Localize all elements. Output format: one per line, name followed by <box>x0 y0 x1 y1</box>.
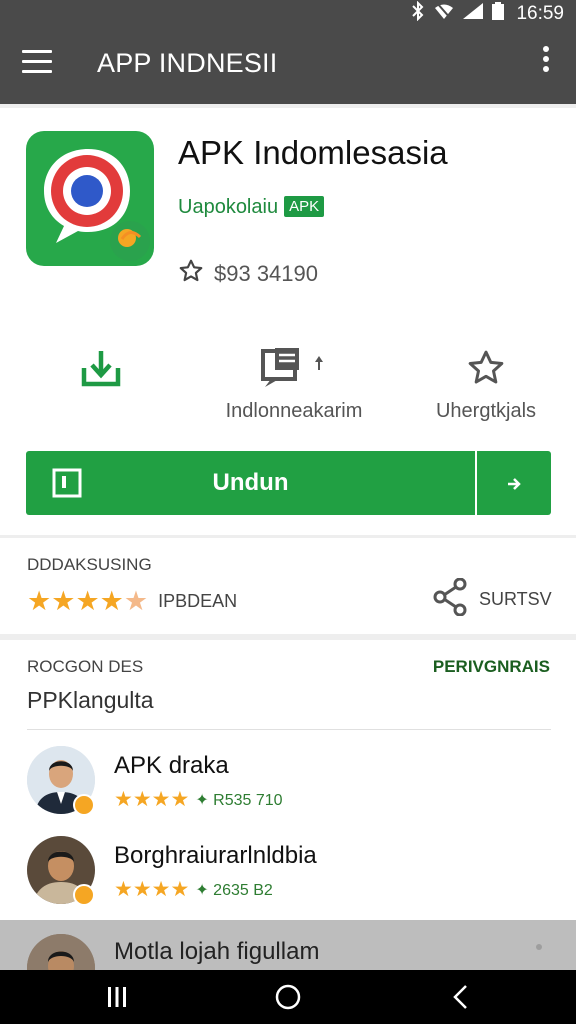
avatar <box>27 934 95 970</box>
star-icon: ★ <box>75 586 100 616</box>
rating-count: IPBDEAN <box>158 591 238 611</box>
download-action[interactable] <box>64 348 138 438</box>
star-icon: ★ <box>151 788 171 811</box>
reviewer-name: Motla lojah figullam <box>114 938 320 965</box>
review-meta-value: R535 710 <box>213 791 283 809</box>
avatar-badge <box>73 884 95 906</box>
review-item-partial[interactable]: Motla lojah figullam <box>0 920 576 970</box>
review-item[interactable]: APK draka ★ ★ ★ ★ ✦ R535 710 <box>27 746 557 826</box>
rating-stars: ★ ★ ★ ★ ★ IPBDEAN <box>27 588 237 615</box>
install-more-button[interactable] <box>477 451 551 515</box>
status-icons: 16:59 <box>410 0 564 26</box>
divider <box>27 729 551 730</box>
more-vert-icon[interactable] <box>540 46 552 82</box>
reviews-see-all-link[interactable]: PERIVGNRAIS <box>433 657 550 677</box>
signal-icon <box>462 2 484 25</box>
status-bar: 16:59 <box>0 0 576 24</box>
more-vert-icon[interactable] <box>536 944 542 950</box>
star-half-icon: ★ <box>123 586 149 616</box>
star-outline-icon <box>426 348 546 388</box>
app-bar-title: APP INDNESII <box>97 48 278 78</box>
bluetooth-icon <box>410 0 426 26</box>
back-icon[interactable] <box>421 970 501 1024</box>
reviewer-name: APK draka <box>114 752 229 779</box>
wishlist-action[interactable]: Uhergtkjals <box>426 348 546 438</box>
star-icon: ★ <box>170 878 190 901</box>
message-action[interactable]: Indlonneakarim <box>214 348 374 438</box>
star-icon: ★ <box>114 878 133 901</box>
star-icon: ★ <box>132 878 152 901</box>
reviews-card: ROCGON DES PERIVGNRAIS PPKlangulta APK d… <box>0 640 576 920</box>
app-name: APK Indomlesasia <box>178 134 448 171</box>
recents-icon[interactable] <box>77 970 157 1024</box>
reviewer-name: Borghraiurarlnldbia <box>114 842 317 869</box>
nav-bar <box>0 970 576 1024</box>
star-icon: ★ <box>99 586 124 616</box>
action-label: Uhergtkjals <box>435 400 537 422</box>
hamburger-menu-icon[interactable] <box>22 50 56 78</box>
rating-card: DDDAKSUSING ★ ★ ★ ★ ★ IPBDEAN SURTSV <box>0 538 576 634</box>
home-icon[interactable] <box>248 970 328 1024</box>
install-label: Undun <box>212 469 289 496</box>
price-row: $93 34190 <box>178 258 318 289</box>
action-label: Indlonneakarim <box>225 400 363 422</box>
share-label: SURTSV <box>479 589 552 609</box>
arrow-right-icon <box>506 470 522 495</box>
star-icon: ★ <box>27 586 52 616</box>
app-header-card: APK Indomlesasia Uapokolaiu APK $93 34190 <box>0 108 576 535</box>
developer-badge: APK <box>284 196 325 217</box>
star-icon: ★ <box>51 586 76 616</box>
share-button[interactable]: SURTSV <box>433 577 552 621</box>
rating-heading: DDDAKSUSING <box>27 555 152 574</box>
price: $93 34190 <box>214 260 318 286</box>
star-outline-icon[interactable] <box>178 258 204 289</box>
developer-name[interactable]: Uapokolaiu <box>178 196 278 218</box>
reviews-subheading: PPKlangulta <box>27 687 154 713</box>
review-meta-value: 2635 B2 <box>213 881 273 899</box>
message-icon <box>214 348 374 388</box>
review-item[interactable]: Borghraiurarlnldbia ★ ★ ★ ★ ✦ 2635 B2 <box>27 836 557 916</box>
app-logo-icon <box>26 131 154 266</box>
wifi-off-icon <box>434 2 454 25</box>
star-icon: ★ <box>151 878 171 901</box>
share-icon <box>433 577 467 621</box>
star-icon: ★ <box>170 788 190 811</box>
download-icon <box>64 348 138 388</box>
status-time: 16:59 <box>516 2 564 24</box>
install-button[interactable]: Undun <box>26 451 475 515</box>
review-meta: ✦ 2635 B2 <box>195 881 273 899</box>
battery-icon <box>492 2 505 25</box>
review-meta: ✦ R535 710 <box>195 791 283 809</box>
review-stars: ★ ★ ★ ★ ✦ 2635 B2 <box>114 879 273 900</box>
reviews-heading: ROCGON DES <box>27 657 144 676</box>
review-stars: ★ ★ ★ ★ ✦ R535 710 <box>114 789 283 810</box>
app-bar: APP INDNESII <box>0 24 576 104</box>
star-icon: ★ <box>132 788 152 811</box>
developer-row: Uapokolaiu APK <box>178 196 325 219</box>
star-icon: ★ <box>114 788 133 811</box>
avatar-badge <box>73 794 95 816</box>
